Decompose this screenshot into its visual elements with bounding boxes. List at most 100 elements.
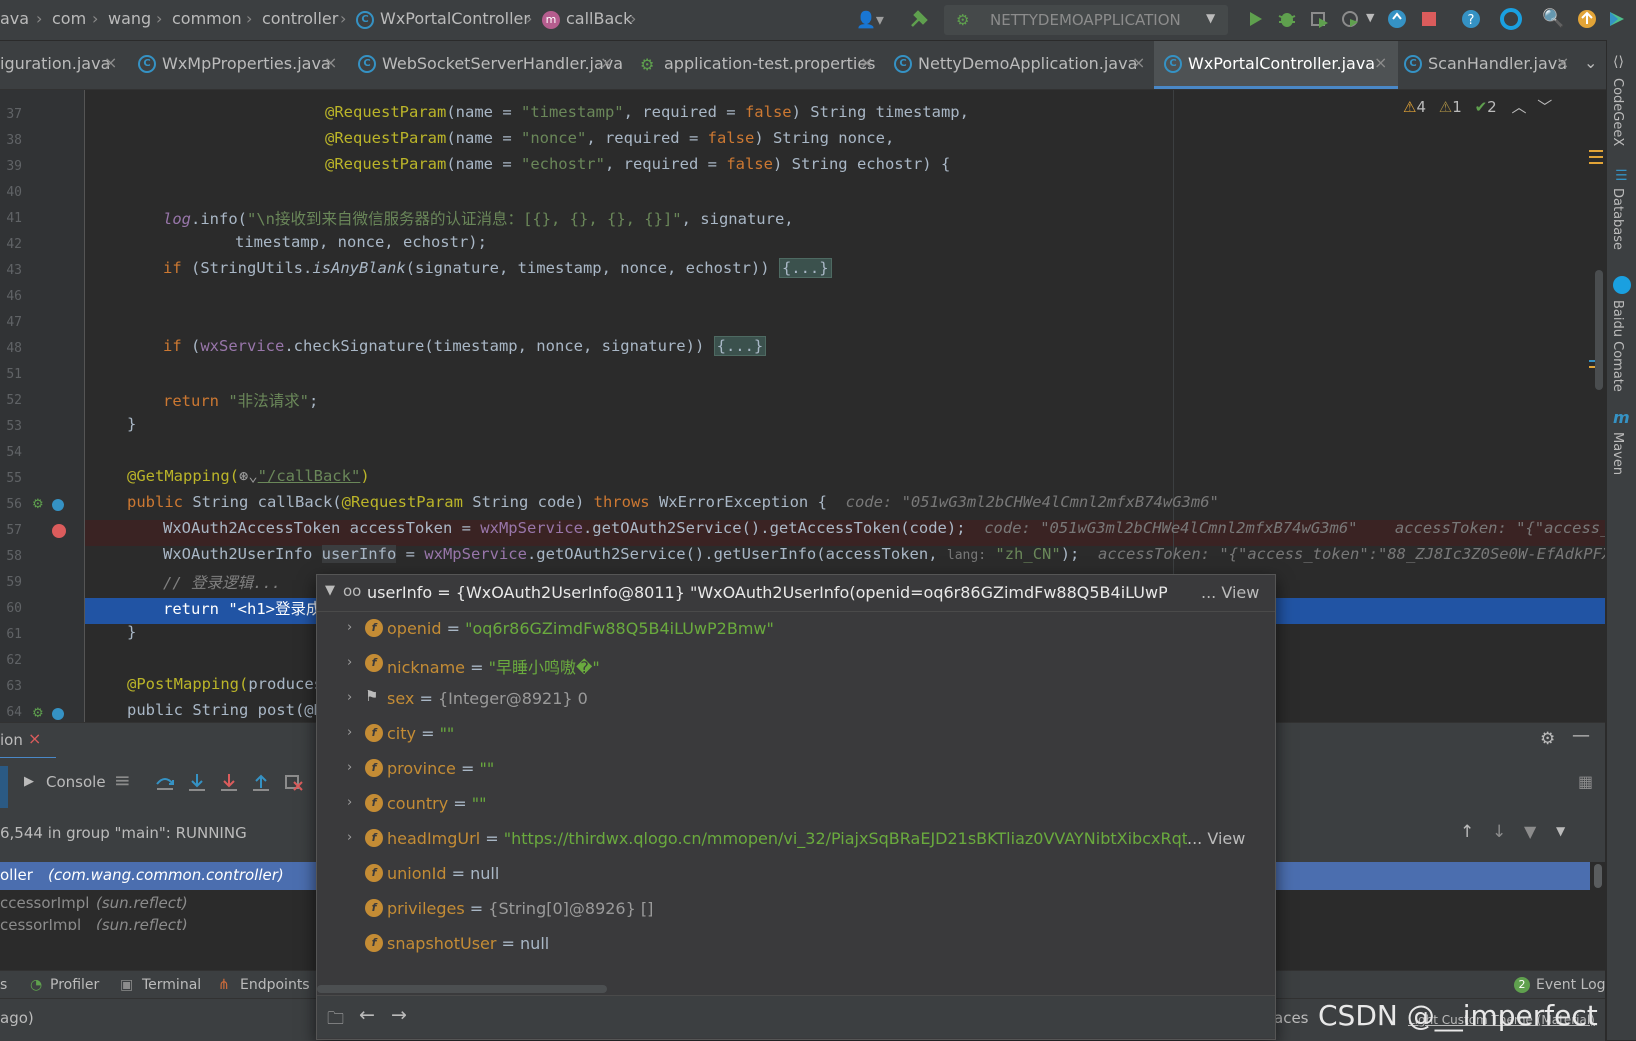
build-hammer-icon[interactable] — [908, 8, 930, 30]
list-item[interactable]: › f nickname = "早睡小鸣嗷�" — [317, 646, 1275, 680]
run-icon[interactable] — [1244, 8, 1266, 30]
tool-window-event-log[interactable]: Event Log — [1536, 977, 1606, 993]
user-icon[interactable]: 👤▾ — [856, 10, 884, 29]
plugin-icon[interactable] — [1606, 8, 1628, 30]
tool-window-terminal[interactable]: Terminal — [142, 977, 201, 993]
database-tool[interactable]: Database — [1610, 188, 1625, 250]
tab-nettydemoapplication[interactable]: C NettyDemoApplication.java × — [878, 41, 1154, 89]
chevron-right-icon[interactable]: › — [347, 725, 352, 740]
close-icon[interactable]: × — [860, 53, 873, 72]
tool-window-endpoints[interactable]: Endpoints — [240, 977, 310, 993]
back-arrow-icon[interactable]: ← — [359, 1004, 375, 1026]
breadcrumb-item[interactable]: callBack — [566, 9, 632, 28]
list-item[interactable]: › f city = "" — [317, 716, 1275, 750]
breadcrumb-item[interactable]: controller — [262, 9, 338, 28]
tool-window-tab[interactable]: s — [0, 977, 7, 993]
debug-tab-label[interactable]: ion — [0, 731, 23, 749]
tabs-overflow-chevron-icon[interactable]: ⌄ — [1584, 53, 1597, 72]
console-tab[interactable]: Console — [46, 773, 106, 791]
endpoint-icon[interactable] — [52, 708, 64, 720]
thread-status[interactable]: 6,544 in group "main": RUNNING — [0, 824, 247, 842]
breadcrumb-item[interactable]: common — [172, 9, 242, 28]
popup-header[interactable]: ▼ oo userInfo = {WxOAuth2UserInfo@8011} … — [317, 575, 1275, 612]
close-icon[interactable]: × — [1374, 53, 1387, 72]
view-link[interactable]: ... View — [1187, 829, 1245, 848]
update-running-app-icon[interactable] — [1386, 8, 1408, 30]
folder-icon[interactable]: 🗀 — [327, 1006, 344, 1035]
spring-bean-icon[interactable]: ⚙ — [32, 706, 44, 721]
status-item[interactable]: aces — [1274, 1009, 1308, 1027]
breadcrumb-item[interactable]: WxPortalController — [380, 9, 530, 28]
codegeex-icon[interactable]: ⟨⟩ — [1613, 54, 1624, 70]
coverage-icon[interactable] — [1308, 8, 1330, 30]
edge-browser-icon[interactable] — [1500, 8, 1522, 30]
minimize-icon[interactable]: — — [1572, 725, 1590, 746]
status-message[interactable]: ago) — [0, 1009, 34, 1027]
debug-value-popup[interactable]: ▼ oo userInfo = {WxOAuth2UserInfo@8011} … — [316, 574, 1276, 1040]
list-item[interactable]: › f headImgUrl = "https://thirdwx.qlogo.cn… — [317, 821, 1275, 855]
arrow-down-icon[interactable]: ↓ — [1492, 822, 1506, 842]
chevron-right-icon[interactable]: › — [347, 830, 352, 845]
close-icon[interactable]: × — [600, 53, 613, 72]
chevron-down-icon[interactable]: ▼ — [1556, 824, 1565, 838]
chevron-right-icon[interactable]: › — [347, 795, 352, 810]
chevron-right-icon[interactable]: › — [347, 655, 352, 670]
tab-configuration[interactable]: iguration.java × — [0, 41, 128, 89]
comate-icon[interactable] — [1613, 276, 1631, 294]
profiler-run-icon[interactable] — [1340, 8, 1362, 30]
maven-tool[interactable]: Maven — [1610, 432, 1625, 475]
popup-horizontal-scrollbar[interactable] — [317, 985, 607, 993]
arrow-up-icon[interactable]: ↑ — [1460, 822, 1474, 842]
run-config-selector[interactable]: ⚙ NETTYDEMOAPPLICATION ▼ — [944, 5, 1228, 35]
chevron-down-icon[interactable]: ▼ — [325, 583, 335, 598]
codegeex-tool[interactable]: CodeGeeX — [1610, 78, 1625, 146]
updates-icon[interactable] — [1576, 8, 1598, 30]
folded-block[interactable]: {...} — [713, 336, 767, 356]
debug-icon[interactable] — [1276, 8, 1298, 30]
database-icon[interactable]: ☰ — [1615, 168, 1628, 184]
frames-scrollbar[interactable] — [1594, 864, 1602, 888]
view-link[interactable]: ... View — [1201, 583, 1259, 602]
list-item[interactable]: › f country = "" — [317, 786, 1275, 820]
tool-window-profiler[interactable]: Profiler — [50, 977, 99, 993]
spring-bean-icon[interactable]: ⚙ — [32, 497, 44, 512]
breadcrumb-item[interactable]: ava — [0, 9, 29, 28]
close-icon[interactable]: × — [104, 53, 117, 72]
list-item[interactable]: f privileges = {String[0]@8926} [] — [317, 891, 1275, 925]
help-icon[interactable]: ? — [1460, 8, 1482, 30]
next-highlight-icon[interactable]: ﹀ — [1537, 98, 1552, 116]
step-out-icon[interactable] — [250, 772, 272, 794]
search-icon[interactable]: 🔍 — [1542, 8, 1564, 29]
editor-scrollbar[interactable] — [1595, 270, 1603, 390]
previous-highlight-icon[interactable]: ︿ — [1511, 98, 1526, 116]
close-icon[interactable]: × — [1556, 53, 1569, 72]
stop-icon[interactable] — [1418, 8, 1440, 30]
filter-icon[interactable]: ▼ — [1524, 822, 1536, 841]
gear-icon[interactable]: ⚙ — [1540, 729, 1555, 749]
comate-tool[interactable]: Baidu Comate — [1610, 300, 1625, 392]
force-step-into-icon[interactable] — [218, 772, 240, 794]
forward-arrow-icon[interactable]: → — [391, 1004, 407, 1026]
layout-icon[interactable]: ▦ — [1578, 772, 1593, 791]
maven-icon[interactable]: m — [1613, 408, 1630, 427]
chevron-right-icon[interactable]: › — [347, 690, 352, 705]
menu-icon[interactable]: ≡ — [114, 768, 131, 792]
list-item[interactable]: f snapshotUser = null — [317, 926, 1275, 960]
hovered-variable[interactable]: userInfo — [321, 545, 397, 563]
close-icon[interactable]: × — [1132, 53, 1145, 72]
list-item[interactable]: › f province = "" — [317, 751, 1275, 785]
tab-wxportalcontroller[interactable]: C WxPortalController.java × — [1154, 41, 1398, 89]
tab-application-test-properties[interactable]: ⚙ application-test.properties × — [624, 41, 878, 89]
chevron-right-icon[interactable]: › — [347, 620, 352, 635]
endpoint-icon[interactable] — [52, 499, 64, 511]
breadcrumb-item[interactable]: com — [52, 9, 86, 28]
breadcrumb-item[interactable]: wang — [108, 9, 151, 28]
breakpoint-icon[interactable] — [52, 524, 66, 538]
chevron-down-icon[interactable]: ▼ — [1366, 11, 1374, 24]
tab-wxmpproperties[interactable]: C WxMpProperties.java × — [128, 41, 352, 89]
tab-websocketserverhandler[interactable]: C WebSocketServerHandler.java × — [352, 41, 624, 89]
tab-scanhandler[interactable]: C ScanHandler.java × — [1398, 41, 1576, 89]
list-item[interactable]: › f openid = "oq6r86GZimdFw88Q5B4iLUwP2Bmw… — [317, 611, 1275, 645]
step-over-icon[interactable] — [154, 772, 176, 794]
folded-block[interactable]: {...} — [778, 258, 832, 278]
